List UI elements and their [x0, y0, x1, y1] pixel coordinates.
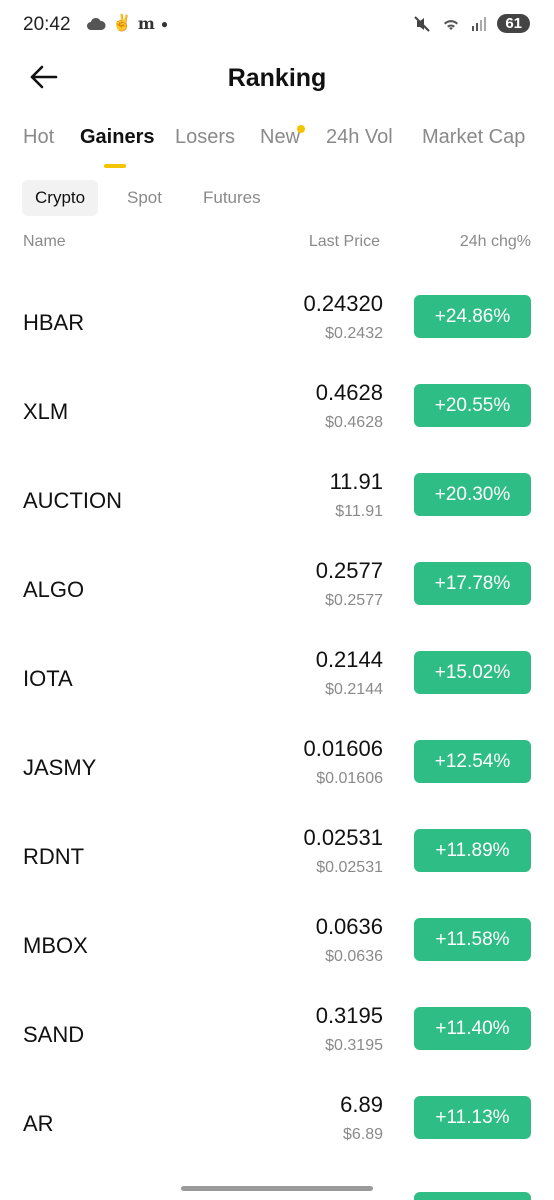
tab-24h-vol[interactable]: 24h Vol [326, 126, 393, 149]
row-usd-price: $0.02531 [316, 859, 383, 876]
row-symbol: XLM [23, 399, 69, 424]
row-last-price: 0.2577 [315, 558, 383, 583]
row-change-badge[interactable]: +11.58% [414, 918, 531, 961]
partial-change-badge [414, 1192, 531, 1200]
row-last-price: 0.02531 [303, 825, 383, 850]
row-symbol: RDNT [23, 844, 85, 869]
row-usd-price: $11.91 [335, 503, 383, 520]
row-symbol: MBOX [23, 933, 88, 958]
row-symbol: ALGO [23, 577, 85, 602]
row-symbol: SAND [23, 1022, 85, 1047]
page-title: Ranking [227, 64, 327, 92]
subtab-spot[interactable]: Spot [114, 180, 175, 216]
column-header-last-price[interactable]: Last Price [309, 233, 380, 251]
subtab-crypto[interactable]: Crypto [22, 180, 99, 216]
active-tab-indicator [104, 164, 126, 168]
row-last-price: 11.91 [329, 469, 383, 494]
table-row[interactable]: RDNT 0.02531 $0.02531 +11.89% [0, 820, 554, 909]
column-header-24h-change[interactable]: 24h chg% [460, 233, 531, 251]
row-last-price: 0.4628 [315, 380, 383, 405]
row-usd-price: $0.0636 [325, 948, 383, 965]
table-row[interactable]: MBOX 0.0636 $0.0636 +11.58% [0, 909, 554, 998]
table-row[interactable]: AR 6.89 $6.89 +11.13% [0, 1087, 554, 1176]
status-bar: 20:42 ✌ m ● 61 [0, 0, 554, 52]
tab-gainers[interactable]: Gainers [80, 126, 154, 149]
row-last-price: 0.3195 [315, 1003, 383, 1028]
row-change-badge[interactable]: +15.02% [414, 651, 531, 694]
table-row[interactable]: SAND 0.3195 $0.3195 +11.40% [0, 998, 554, 1087]
tab-new[interactable]: New [260, 126, 300, 149]
table-row[interactable]: XLM 0.4628 $0.4628 +20.55% [0, 375, 554, 464]
row-change-badge[interactable]: +12.54% [414, 740, 531, 783]
row-change-badge[interactable]: +20.55% [414, 384, 531, 427]
gesture-home-bar[interactable] [181, 1186, 373, 1191]
row-change-badge[interactable]: +20.30% [414, 473, 531, 516]
medium-app-icon: m [137, 14, 155, 33]
row-symbol: AUCTION [23, 488, 122, 513]
row-symbol: HBAR [23, 310, 85, 335]
tab-hot[interactable]: Hot [23, 126, 54, 149]
row-change-badge[interactable]: +11.89% [414, 829, 531, 872]
column-header-name[interactable]: Name [23, 233, 66, 251]
row-change-badge[interactable]: +24.86% [414, 295, 531, 338]
row-last-price: 6.89 [340, 1092, 383, 1117]
subtab-futures[interactable]: Futures [190, 180, 274, 216]
cloud-icon [87, 17, 106, 30]
signal-icon [472, 16, 487, 31]
row-usd-price: $0.3195 [325, 1037, 383, 1054]
table-row[interactable]: HBAR 0.24320 $0.2432 +24.86% [0, 286, 554, 375]
row-symbol: AR [23, 1111, 54, 1136]
row-usd-price: $0.2144 [325, 681, 383, 698]
app-header: Ranking [0, 52, 554, 108]
notification-icons: ✌ m ● [86, 15, 168, 33]
table-row[interactable]: IOTA 0.2144 $0.2144 +15.02% [0, 642, 554, 731]
row-last-price: 0.2144 [315, 647, 383, 672]
more-notifications-dot-icon: ● [160, 17, 169, 31]
partial-next-row [0, 1192, 554, 1200]
row-change-badge[interactable]: +11.40% [414, 1007, 531, 1050]
tab-market-cap[interactable]: Market Cap [422, 126, 525, 149]
row-usd-price: $0.2577 [325, 592, 383, 609]
new-badge-dot [297, 125, 305, 133]
row-last-price: 0.24320 [303, 291, 383, 316]
row-symbol: JASMY [23, 755, 97, 780]
row-usd-price: $6.89 [342, 1126, 383, 1143]
table-row[interactable]: ALGO 0.2577 $0.2577 +17.78% [0, 553, 554, 642]
battery-indicator: 61 [497, 14, 530, 33]
row-last-price: 0.0636 [315, 914, 383, 939]
row-change-badge[interactable]: +11.13% [414, 1096, 531, 1139]
row-usd-price: $0.01606 [316, 770, 383, 787]
ranking-tabs: Hot Gainers Losers New 24h Vol Market Ca… [0, 126, 554, 170]
tab-losers[interactable]: Losers [175, 126, 235, 149]
row-change-badge[interactable]: +17.78% [414, 562, 531, 605]
row-usd-price: $0.2432 [325, 325, 383, 342]
mute-icon [414, 15, 431, 32]
row-last-price: 0.01606 [303, 736, 383, 761]
crossed-fingers-icon: ✌ [112, 15, 132, 32]
row-symbol: IOTA [23, 666, 73, 691]
status-time: 20:42 [23, 14, 71, 35]
table-row[interactable]: AUCTION 11.91 $11.91 +20.30% [0, 464, 554, 553]
table-row[interactable]: JASMY 0.01606 $0.01606 +12.54% [0, 731, 554, 820]
wifi-icon [444, 19, 459, 30]
row-usd-price: $0.4628 [325, 414, 383, 431]
